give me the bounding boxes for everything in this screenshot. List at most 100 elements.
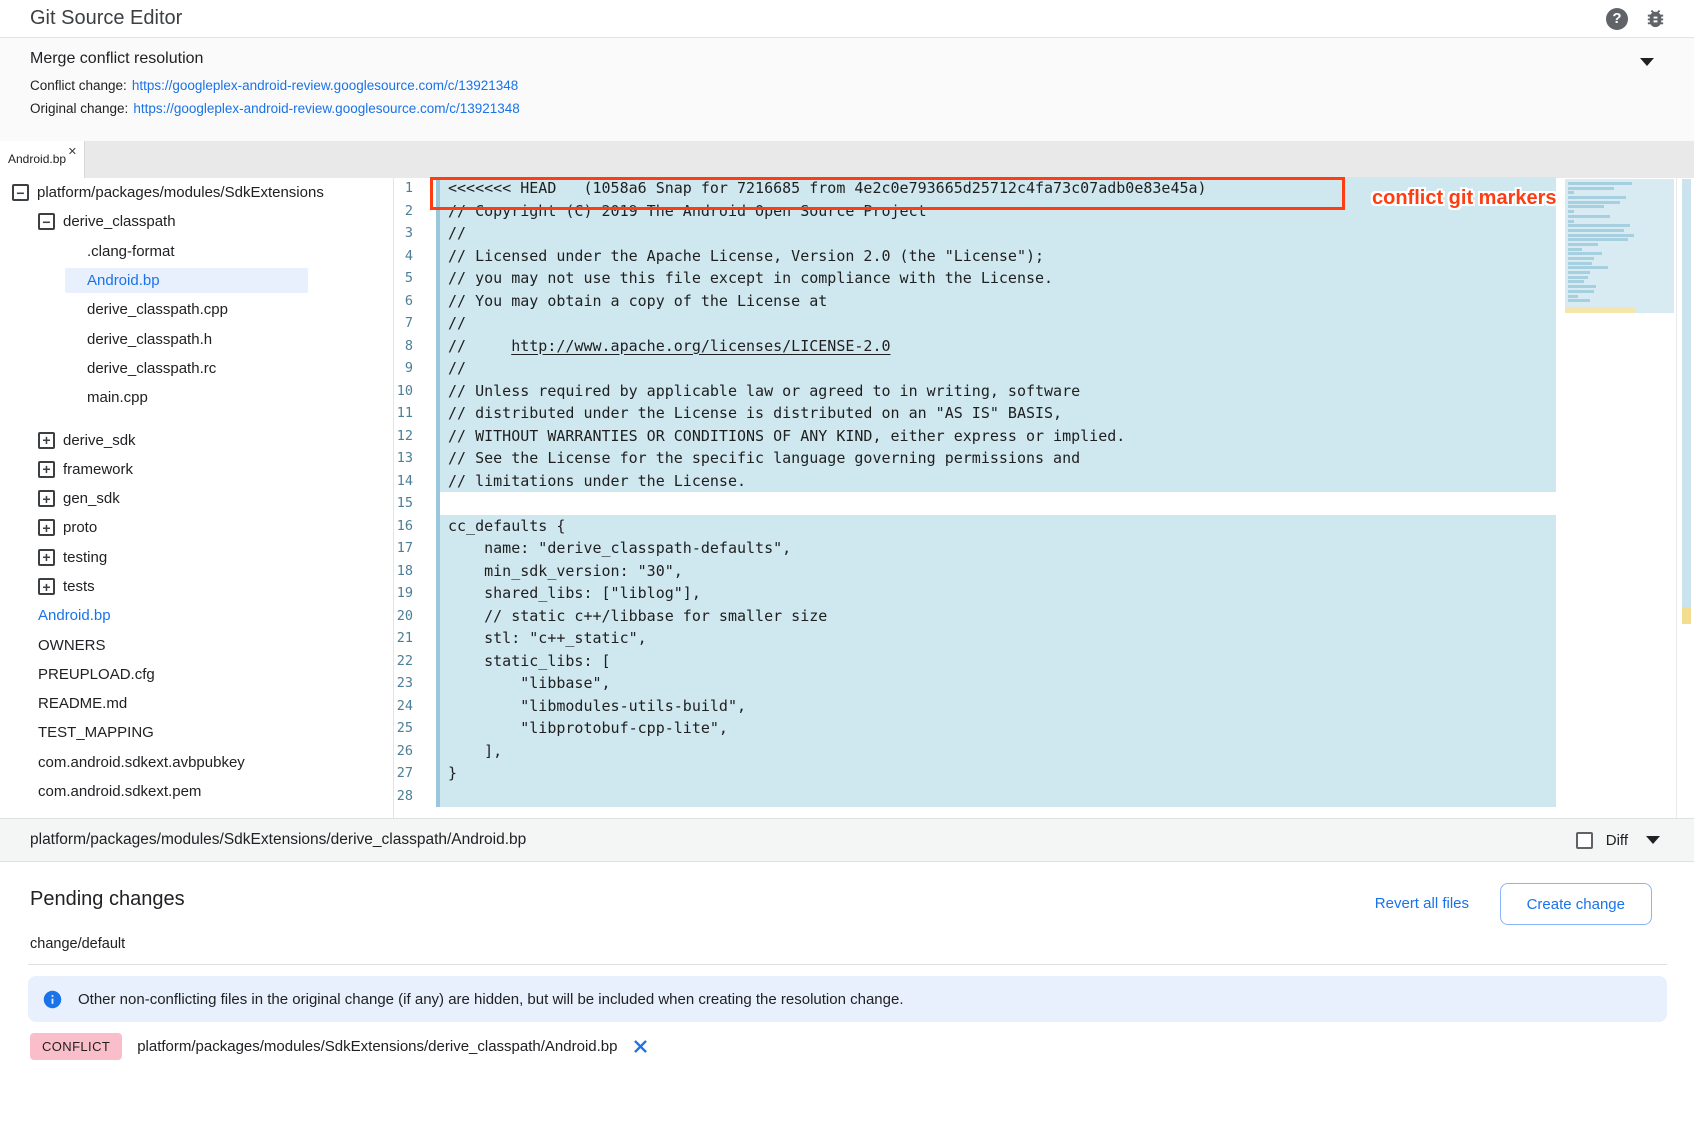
tab-close-icon[interactable]: ✕: [68, 145, 77, 158]
code-line[interactable]: 12// WITHOUT WARRANTIES OR CONDITIONS OF…: [393, 425, 1556, 448]
tree-item-com-android-sdkext-pem[interactable]: com.android.sdkext.pem: [0, 777, 393, 806]
code-line-text: stl: "c++_static",: [436, 627, 1556, 650]
code-line-text: // you may not use this file except in c…: [436, 267, 1556, 290]
code-line[interactable]: 10// Unless required by applicable law o…: [393, 380, 1556, 403]
code-line[interactable]: 16cc_defaults {: [393, 515, 1556, 538]
minimap-line-bar: [1568, 182, 1632, 185]
scrollbar[interactable]: [1682, 179, 1691, 818]
code-line[interactable]: 15: [393, 492, 1556, 515]
code-line[interactable]: 25 "libprotobuf-cpp-lite",: [393, 717, 1556, 740]
original-change-link[interactable]: https://googleplex-android-review.google…: [133, 101, 520, 116]
code-line-text: "libbase",: [436, 672, 1556, 695]
code-line[interactable]: 17 name: "derive_classpath-defaults",: [393, 537, 1556, 560]
tree-item-main-cpp[interactable]: main.cpp: [0, 383, 393, 412]
tree-item-owners[interactable]: OWNERS: [0, 630, 393, 659]
tree-item-platform-packages-modules-sdkextensions[interactable]: −platform/packages/modules/SdkExtensions: [0, 178, 393, 207]
code-line[interactable]: 14// limitations under the License.: [393, 470, 1556, 493]
tree-item-label: PREUPLOAD.cfg: [38, 666, 155, 683]
line-number: 22: [393, 653, 413, 669]
bug-report-button[interactable]: [1642, 6, 1668, 32]
minimap-line-bar: [1568, 201, 1620, 204]
line-number: 28: [393, 788, 413, 804]
help-icon: ?: [1606, 8, 1628, 30]
line-number: 7: [393, 315, 413, 331]
collapse-panel-caret-icon[interactable]: [1640, 58, 1654, 66]
expand-toggle-icon[interactable]: +: [38, 461, 55, 478]
tree-item-derive-classpath-rc[interactable]: derive_classpath.rc: [0, 354, 393, 383]
code-line-text: shared_libs: ["liblog"],: [436, 582, 1556, 605]
code-line[interactable]: 28: [393, 785, 1556, 808]
minimap-line-bar: [1568, 215, 1610, 218]
expand-toggle-icon[interactable]: +: [38, 519, 55, 536]
tree-item-label: testing: [63, 549, 107, 566]
minimap-line-bar: [1568, 252, 1602, 255]
tree-item-readme-md[interactable]: README.md: [0, 689, 393, 718]
code-line[interactable]: 9//: [393, 357, 1556, 380]
tree-item-proto[interactable]: +proto: [0, 513, 393, 542]
code-line[interactable]: 2// Copyright (C) 2019 The Android Open …: [393, 200, 1556, 223]
code-line[interactable]: 5// you may not use this file except in …: [393, 267, 1556, 290]
scrollbar-thumb[interactable]: [1682, 179, 1691, 607]
code-line[interactable]: 19 shared_libs: ["liblog"],: [393, 582, 1556, 605]
collapse-toggle-icon[interactable]: −: [12, 184, 29, 201]
code-line[interactable]: 8// http://www.apache.org/licenses/LICEN…: [393, 335, 1556, 358]
create-change-button[interactable]: Create change: [1500, 883, 1652, 925]
remove-file-icon[interactable]: [631, 1037, 650, 1056]
tree-item-android-bp[interactable]: Android.bp: [0, 266, 393, 295]
expand-toggle-icon[interactable]: +: [38, 432, 55, 449]
tree-item-framework[interactable]: +framework: [0, 455, 393, 484]
revert-all-files-button[interactable]: Revert all files: [1375, 895, 1469, 912]
code-line[interactable]: 22 static_libs: [: [393, 650, 1556, 673]
code-line-text: min_sdk_version: "30",: [436, 560, 1556, 583]
tree-item-android-bp[interactable]: Android.bp: [0, 601, 393, 630]
expand-toggle-icon[interactable]: +: [38, 549, 55, 566]
tree-item--clang-format[interactable]: .clang-format: [0, 237, 393, 266]
code-line[interactable]: 4// Licensed under the Apache License, V…: [393, 245, 1556, 268]
code-line[interactable]: 24 "libmodules-utils-build",: [393, 695, 1556, 718]
minimap-line-bar: [1568, 262, 1592, 265]
expand-toggle-icon[interactable]: +: [38, 578, 55, 595]
tree-item-derive-classpath[interactable]: −derive_classpath: [0, 207, 393, 236]
code-line[interactable]: 23 "libbase",: [393, 672, 1556, 695]
line-number: 3: [393, 225, 413, 241]
tree-item-derive-classpath-cpp[interactable]: derive_classpath.cpp: [0, 295, 393, 324]
code-line[interactable]: 26 ],: [393, 740, 1556, 763]
tree-item-label: com.android.sdkext.avbpubkey: [38, 754, 245, 771]
tree-item-derive-classpath-h[interactable]: derive_classpath.h: [0, 324, 393, 353]
tree-item-preupload-cfg[interactable]: PREUPLOAD.cfg: [0, 660, 393, 689]
code-line[interactable]: 11// distributed under the License is di…: [393, 402, 1556, 425]
code-line[interactable]: 13// See the License for the specific la…: [393, 447, 1556, 470]
code-minimap[interactable]: [1565, 179, 1674, 313]
tree-item-testing[interactable]: + testing: [0, 543, 393, 572]
code-line[interactable]: 21 stl: "c++_static",: [393, 627, 1556, 650]
tree-item-label: com.android.sdkext.pem: [38, 783, 201, 800]
code-line[interactable]: 27}: [393, 762, 1556, 785]
code-line[interactable]: 1<<<<<<< HEAD (1058a6 Snap for 7216685 f…: [393, 177, 1556, 200]
help-button[interactable]: ?: [1604, 6, 1630, 32]
minimap-line-bar: [1568, 220, 1574, 223]
code-line[interactable]: 3//: [393, 222, 1556, 245]
code-line[interactable]: 7//: [393, 312, 1556, 335]
conflict-change-link[interactable]: https://googleplex-android-review.google…: [132, 78, 519, 93]
app-header: Git Source Editor ?: [0, 0, 1694, 38]
tab-android-bp[interactable]: Android.bp ✕: [0, 141, 85, 178]
diff-checkbox[interactable]: [1576, 832, 1593, 849]
diff-dropdown-caret-icon[interactable]: [1646, 836, 1660, 844]
tree-item-tests[interactable]: +tests: [0, 572, 393, 601]
minimap-line-bar: [1568, 248, 1582, 251]
tree-item-com-android-sdkext-avbpubkey[interactable]: com.android.sdkext.avbpubkey: [0, 748, 393, 777]
code-line[interactable]: 18 min_sdk_version: "30",: [393, 560, 1556, 583]
code-line[interactable]: 6// You may obtain a copy of the License…: [393, 290, 1556, 313]
collapse-toggle-icon[interactable]: −: [38, 213, 55, 230]
minimap-line-bar: [1568, 187, 1614, 190]
code-line[interactable]: 20 // static c++/libbase for smaller siz…: [393, 605, 1556, 628]
code-line-text: // Unless required by applicable law or …: [436, 380, 1556, 403]
code-editor[interactable]: 1<<<<<<< HEAD (1058a6 Snap for 7216685 f…: [393, 177, 1556, 807]
minimap-line-bar: [1568, 290, 1594, 293]
line-number: 6: [393, 293, 413, 309]
expand-toggle-icon[interactable]: +: [38, 490, 55, 507]
minimap-line-bar: [1568, 285, 1596, 288]
tree-item-derive-sdk[interactable]: +derive_sdk: [0, 425, 393, 454]
tree-item-test-mapping[interactable]: TEST_MAPPING: [0, 718, 393, 747]
tree-item-gen-sdk[interactable]: +gen_sdk: [0, 484, 393, 513]
